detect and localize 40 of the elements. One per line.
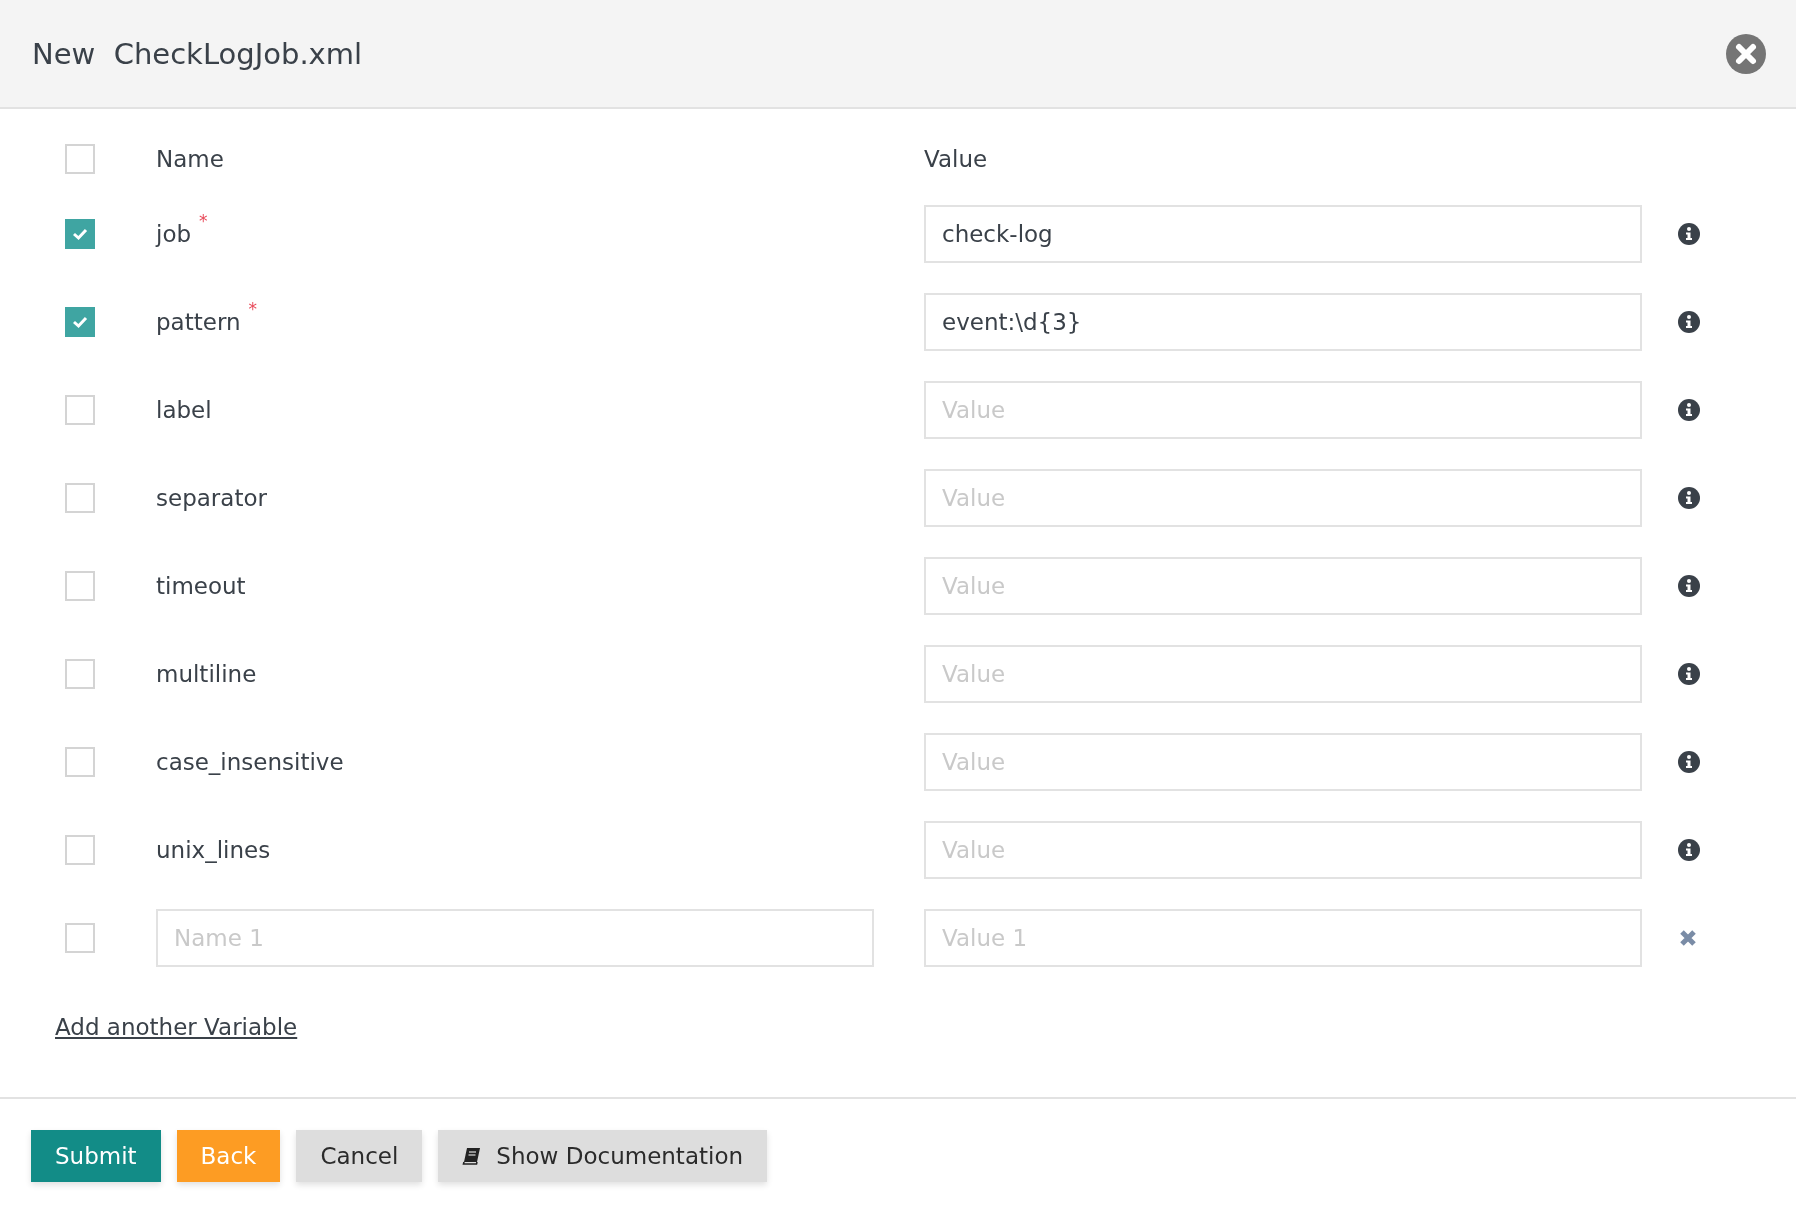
info-icon[interactable] [1678, 399, 1700, 421]
row-checkbox[interactable] [65, 835, 95, 865]
dialog-button[interactable]: Cancel [296, 1130, 423, 1182]
parameter-name: multiline [156, 661, 257, 687]
row-checkbox[interactable] [65, 659, 95, 689]
row-checkbox[interactable] [65, 395, 95, 425]
required-mark: * [248, 299, 257, 319]
column-header: Value [924, 146, 988, 172]
dialog-title: New CheckLogJob.xml [32, 36, 363, 71]
row-checkbox[interactable] [65, 219, 95, 249]
dialog-button[interactable]: Submit [31, 1130, 161, 1182]
info-icon[interactable] [1678, 311, 1700, 333]
row-checkbox[interactable] [65, 923, 95, 953]
column-header: Name [156, 146, 224, 172]
value-input-field[interactable]: check-log [924, 205, 1642, 263]
parameter-name: label [156, 397, 212, 423]
parameter-name: timeout [156, 573, 246, 599]
parameter-name: job [156, 221, 192, 247]
row-checkbox[interactable] [65, 571, 95, 601]
close-icon[interactable] [1726, 33, 1766, 74]
parameter-name: separator [156, 485, 267, 511]
parameter-name: case_insensitive [156, 749, 344, 775]
documentation-button[interactable]: Show Documentation [438, 1130, 768, 1182]
info-icon[interactable] [1678, 575, 1700, 597]
parameter-name: pattern [156, 309, 241, 335]
row-checkbox[interactable] [65, 307, 95, 337]
parameter-name: unix_lines [156, 837, 271, 863]
required-mark: * [199, 211, 208, 231]
info-icon[interactable] [1678, 751, 1700, 773]
info-icon[interactable] [1678, 839, 1700, 861]
info-icon[interactable] [1678, 223, 1700, 245]
remove-icon[interactable] [1678, 928, 1698, 948]
select-all-checkbox[interactable] [65, 144, 95, 174]
value-input-field[interactable]: event:\d{3} [924, 293, 1642, 351]
row-checkbox[interactable] [65, 483, 95, 513]
info-icon[interactable] [1678, 487, 1700, 509]
info-icon[interactable] [1678, 663, 1700, 685]
add-variable-link[interactable]: Add another Variable [55, 1014, 298, 1040]
book-icon [462, 1146, 483, 1166]
row-checkbox[interactable] [65, 747, 95, 777]
